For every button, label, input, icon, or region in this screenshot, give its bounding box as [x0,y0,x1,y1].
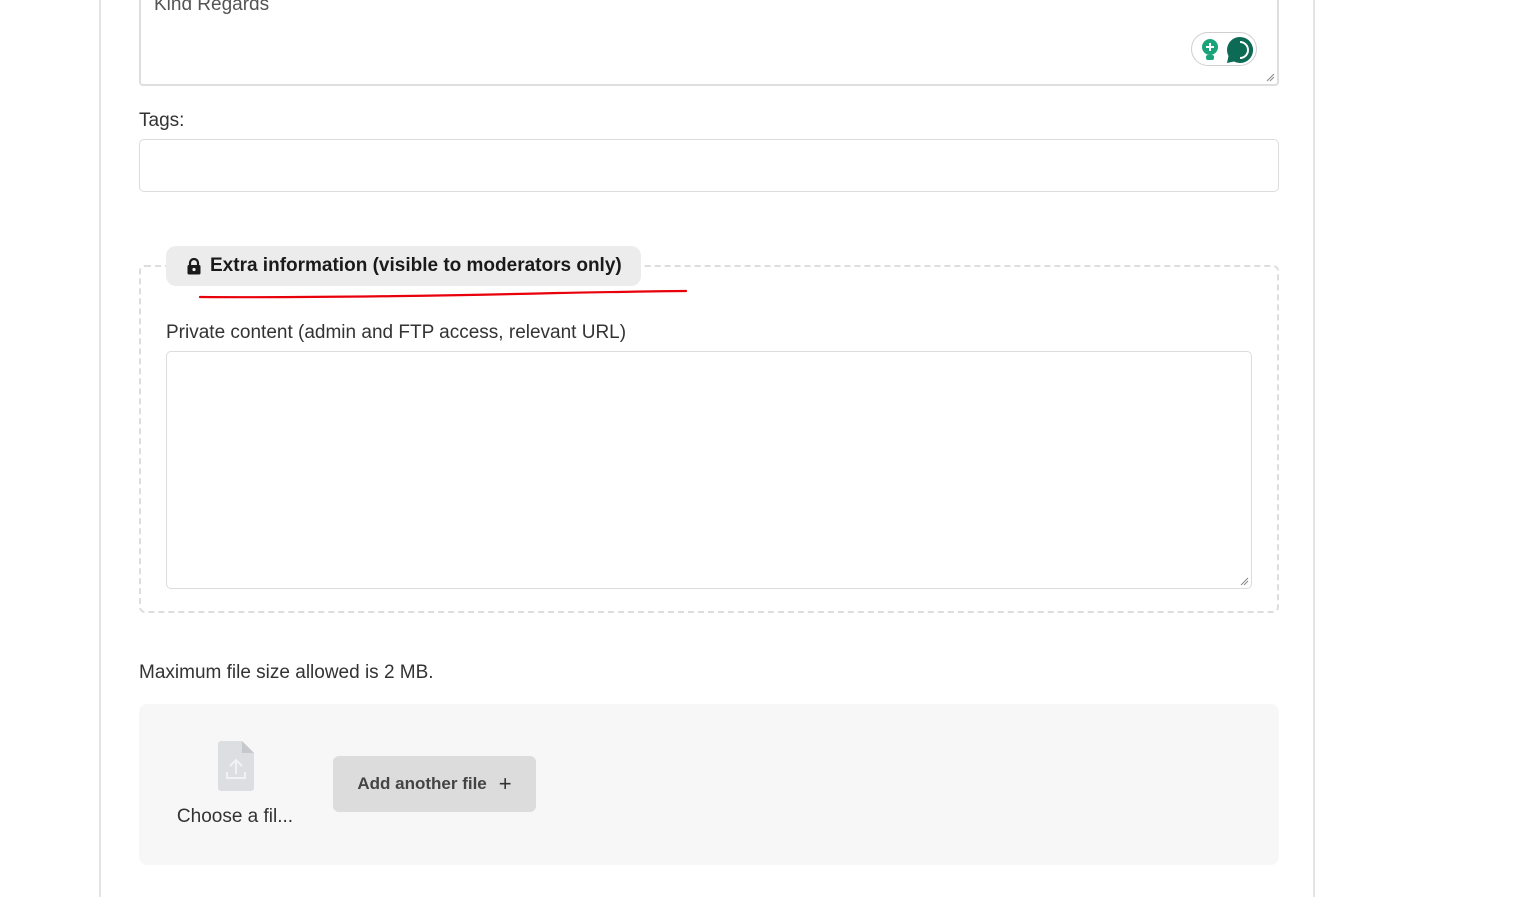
extra-info-legend-text: Extra information (visible to moderators… [210,255,622,276]
page: Kind Regards Tags: Extra information (vi… [0,0,1520,897]
private-content-label: Private content (admin and FTP access, r… [166,322,627,343]
private-content-textarea[interactable] [166,351,1252,589]
assistant-chat-icon[interactable] [1226,36,1254,64]
file-upload-area: Choose a fil... Add another file + [139,704,1279,865]
add-another-file-button[interactable]: Add another file + [333,756,536,812]
choose-file-button[interactable]: Choose a fil... [161,740,309,836]
file-upload-icon [218,741,254,791]
message-textarea[interactable]: Kind Regards [139,0,1279,86]
writing-assistant-widget[interactable] [1191,32,1257,66]
choose-file-label: Choose a fil... [176,806,294,827]
resize-grip-icon[interactable] [1265,72,1275,82]
tags-input[interactable] [139,139,1279,192]
add-another-file-label: Add another file [357,774,487,793]
tags-label: Tags: [139,110,185,131]
lightbulb-icon[interactable] [1199,38,1221,62]
lock-icon [187,257,201,274]
message-text: Kind Regards [154,0,270,15]
resize-grip-icon[interactable] [1239,576,1249,586]
extra-info-legend: Extra information (visible to moderators… [166,246,641,286]
plus-icon: + [498,771,512,796]
max-file-size-text: Maximum file size allowed is 2 MB. [139,662,434,683]
